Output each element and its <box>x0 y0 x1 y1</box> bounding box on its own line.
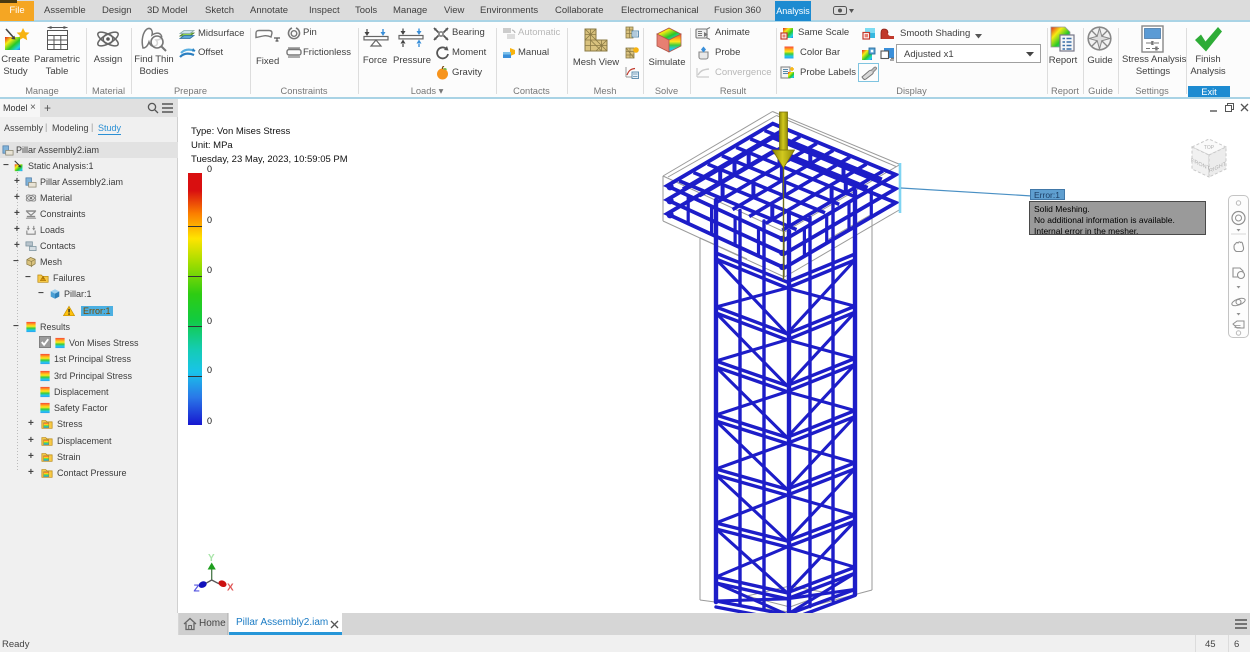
svg-text:TOP: TOP <box>1204 145 1215 151</box>
svg-text:X: X <box>227 583 234 594</box>
svg-text:Y: Y <box>208 553 215 564</box>
svg-text:Z: Z <box>194 584 200 595</box>
